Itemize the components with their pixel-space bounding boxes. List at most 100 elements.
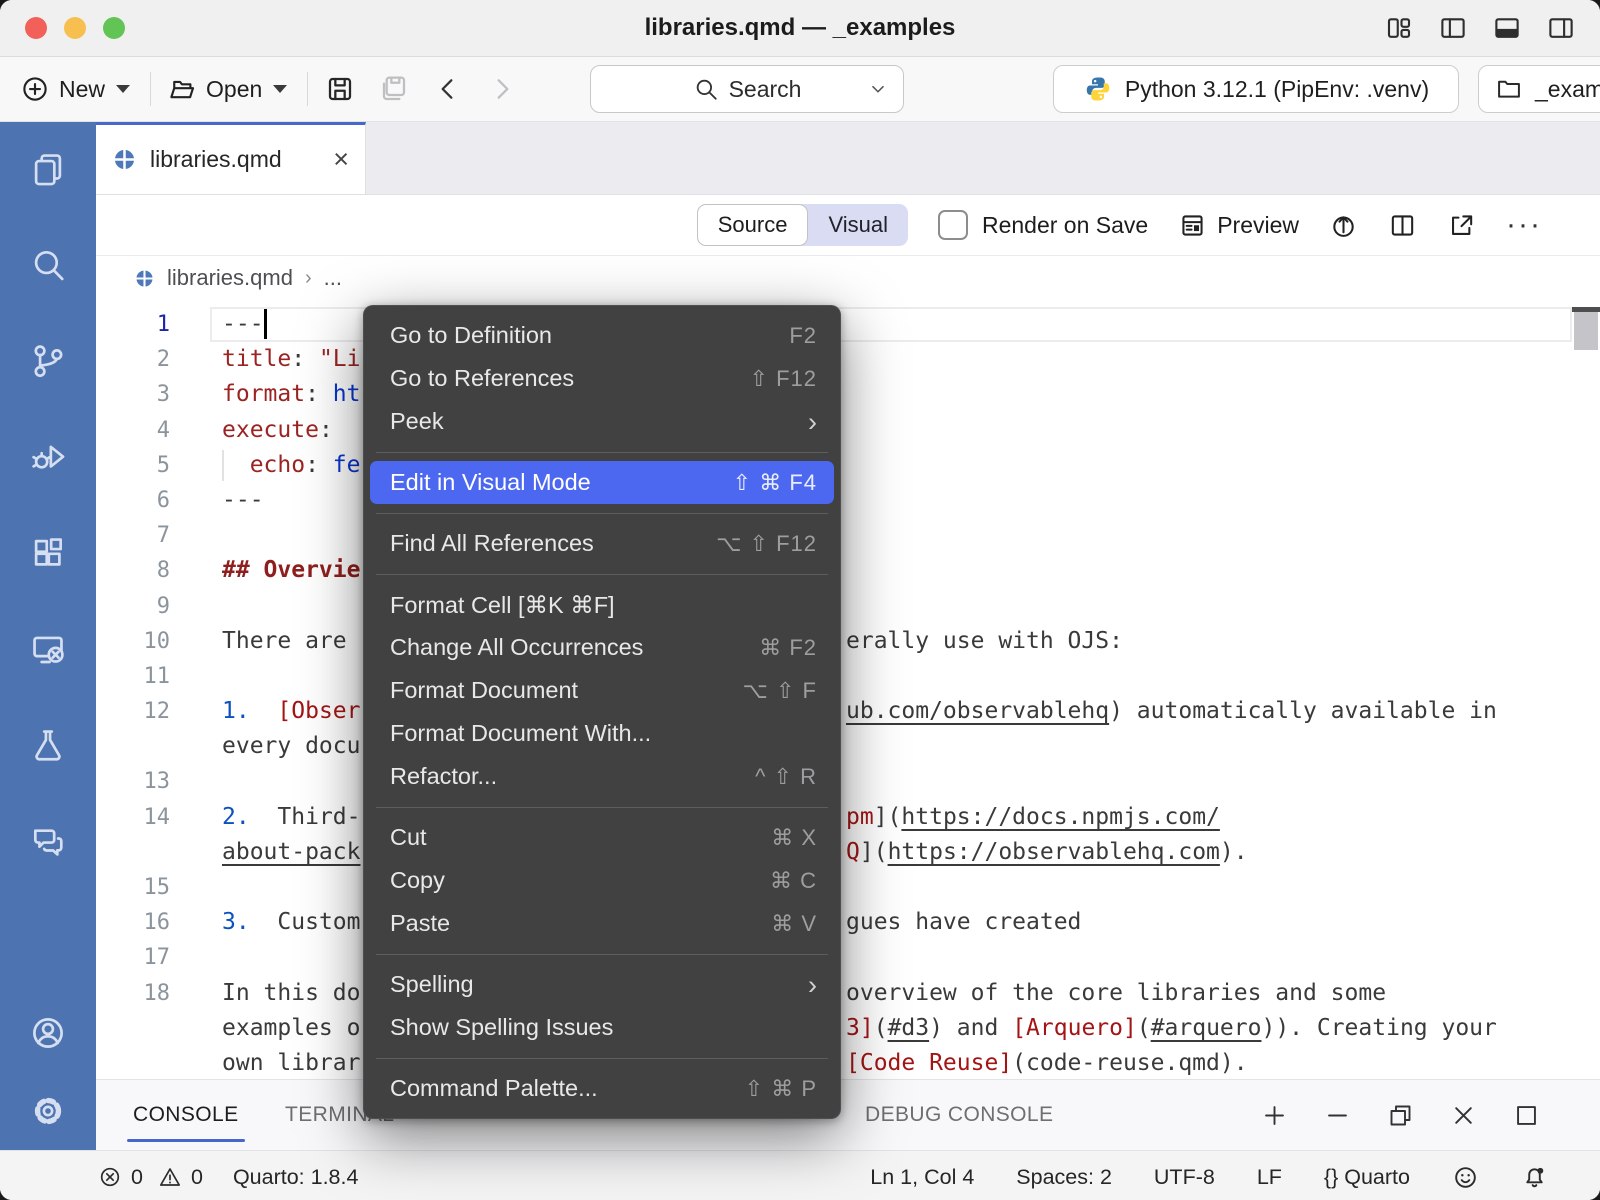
editor-scrollbar[interactable] [1572,300,1600,1079]
problems-status[interactable]: 0 0 [98,1165,203,1190]
quarto-version-status[interactable]: Quarto: 1.8.4 [233,1165,359,1190]
sidebar-item-source-control[interactable] [29,342,67,380]
code-line: 3format: ht [96,377,1600,412]
line-number: 7 [96,518,170,553]
sidebar-item-extensions[interactable] [29,534,67,572]
status-eol[interactable]: LF [1257,1165,1282,1190]
menu-item-refactor[interactable]: Refactor...^ ⇧ R [363,755,841,798]
workspace-label: _examples [1535,76,1600,103]
feedback-icon[interactable] [1452,1164,1479,1191]
menu-item-find-all-references[interactable]: Find All References⌥ ⇧ F12 [363,522,841,565]
toggle-panel-icon[interactable] [1492,13,1522,43]
preview-label: Preview [1217,212,1299,239]
render-icon[interactable] [1329,211,1358,240]
menu-item-format-document-with[interactable]: Format Document With... [363,712,841,755]
menu-item-go-to-definition[interactable]: Go to DefinitionF2 [363,314,841,357]
titlebar: libraries.qmd — _examples [0,0,1600,57]
toggle-sidebar-icon[interactable] [1438,13,1468,43]
navigate-back-icon[interactable] [432,73,464,105]
status-encoding[interactable]: UTF-8 [1154,1165,1215,1190]
error-count: 0 [131,1165,143,1190]
navigate-forward-icon[interactable] [486,73,518,105]
menu-item-show-spelling-issues[interactable]: Show Spelling Issues [363,1006,841,1049]
code-line: 6--- [96,483,1600,518]
panel-tab-debug-console[interactable]: DEBUG CONSOLE [865,1080,1053,1150]
panel-tab-console[interactable]: CONSOLE [133,1080,239,1150]
search-input[interactable]: Search [590,65,904,113]
line-number: 3 [96,377,170,412]
menu-shortcut: ⌥ ⇧ F [743,678,817,704]
menu-separator [376,1058,828,1059]
menu-item-cut[interactable]: Cut⌘ X [363,816,841,859]
source-mode-button[interactable]: Source [697,204,809,246]
sidebar-item-comments[interactable] [29,822,67,860]
code-editor[interactable]: 1---2title: "Li3format: ht4execute:5 ech… [96,300,1600,1079]
divider [150,72,151,106]
breadcrumb-more[interactable]: ... [324,265,342,291]
open-external-icon[interactable] [1447,211,1476,240]
menu-item-format-document[interactable]: Format Document⌥ ⇧ F [363,669,841,712]
code-line: 121. [Obserub.com/observablehq) automati… [96,694,1600,729]
menu-shortcut: ⇧ ⌘ F4 [733,470,817,496]
line-number: 13 [96,764,170,799]
minimize-panel-icon[interactable] [1324,1102,1351,1129]
menu-item-edit-in-visual-mode[interactable]: Edit in Visual Mode⇧ ⌘ F4 [370,461,834,504]
menu-item-copy[interactable]: Copy⌘ C [363,859,841,902]
line-number: 17 [96,940,170,975]
menu-shortcut: ⌘ X [771,825,817,851]
sidebar-item-debug[interactable] [29,438,67,476]
save-all-icon[interactable] [378,73,410,105]
warning-count: 0 [191,1165,203,1190]
status-indentation[interactable]: Spaces: 2 [1016,1165,1112,1190]
line-number: 6 [96,483,170,518]
save-icon[interactable] [324,73,356,105]
folder-icon [1495,75,1523,103]
tab-libraries-qmd[interactable]: libraries.qmd × [96,122,366,194]
sidebar-item-search[interactable] [29,246,67,284]
menu-item-peek[interactable]: Peek› [363,400,841,443]
sidebar-item-files[interactable] [29,150,67,188]
sidebar-item-testing[interactable] [29,726,67,764]
line-number: 5 [96,448,170,483]
menu-item-spelling[interactable]: Spelling› [363,963,841,1006]
breadcrumb-file[interactable]: libraries.qmd [167,265,293,291]
visual-mode-button[interactable]: Visual [808,204,908,246]
close-tab-icon[interactable]: × [333,146,349,173]
menu-item-paste[interactable]: Paste⌘ V [363,902,841,945]
close-panel-icon[interactable] [1450,1102,1477,1129]
breadcrumb[interactable]: libraries.qmd › ... [96,256,1600,300]
split-editor-icon[interactable] [1388,211,1417,240]
menu-item-go-to-references[interactable]: Go to References⇧ F12 [363,357,841,400]
new-button[interactable]: New [20,74,130,104]
menu-item-format-cell[interactable]: Format Cell [⌘K ⌘F] [363,583,841,626]
scrollbar-thumb[interactable] [1574,312,1598,350]
new-console-icon[interactable] [1261,1102,1288,1129]
sidebar-item-settings[interactable] [29,1092,67,1130]
code-line: about-packQ](https://observablehq.com). [96,835,1600,870]
menu-shortcut: ⌘ F2 [759,635,817,661]
open-button[interactable]: Open [167,74,287,104]
divider [307,72,308,106]
status-language-mode[interactable]: {} Quarto [1324,1165,1410,1190]
preview-button[interactable]: Preview [1178,211,1299,240]
toggle-secondary-sidebar-icon[interactable] [1546,13,1576,43]
menu-separator [376,954,828,955]
menu-item-change-all-occurrences[interactable]: Change All Occurrences⌘ F2 [363,626,841,669]
workspace-button[interactable]: _examples [1478,65,1600,113]
line-number: 9 [96,589,170,624]
sidebar-item-account[interactable] [29,1014,67,1052]
code-line: 2title: "Li [96,342,1600,377]
menu-shortcut: ⇧ F12 [750,366,817,392]
chevron-down-icon [273,85,287,93]
interpreter-selector[interactable]: Python 3.12.1 (PipEnv: .venv) [1053,65,1459,113]
tab-label: libraries.qmd [150,146,320,173]
sidebar-item-sessions[interactable] [29,630,67,668]
menu-item-command-palette[interactable]: Command Palette...⇧ ⌘ P [363,1067,841,1110]
status-cursor-position[interactable]: Ln 1, Col 4 [870,1165,974,1190]
customize-layout-icon[interactable] [1384,13,1414,43]
render-on-save-checkbox[interactable] [938,210,968,240]
python-logo-icon [1083,74,1113,104]
notifications-bell-icon[interactable] [1521,1164,1548,1191]
restore-panel-icon[interactable] [1387,1102,1414,1129]
maximize-panel-icon[interactable] [1513,1102,1540,1129]
